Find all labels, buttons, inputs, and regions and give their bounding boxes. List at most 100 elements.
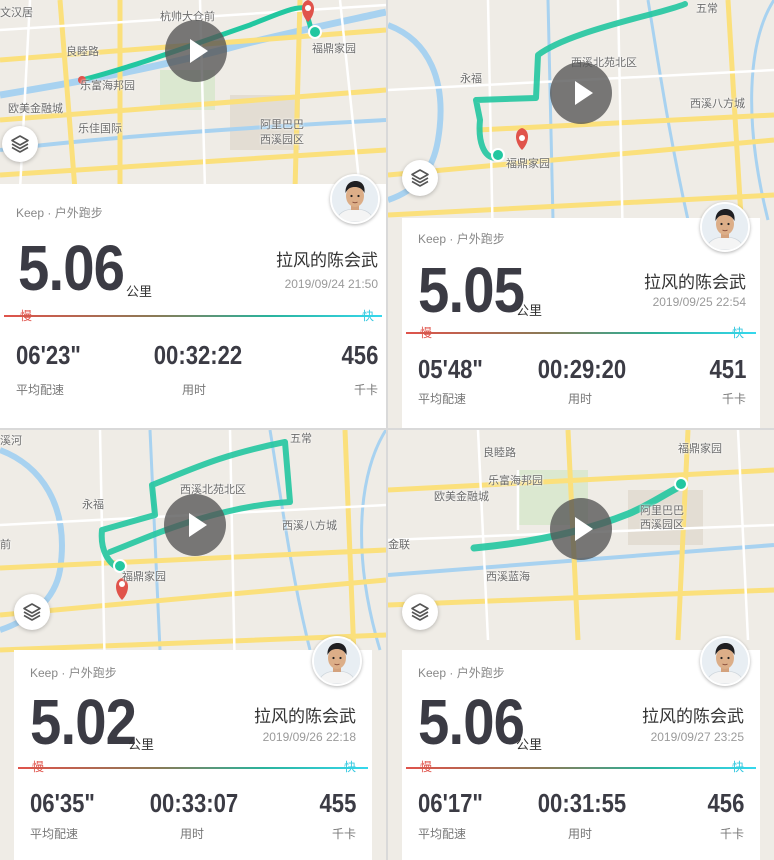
duration-label: 用时: [568, 827, 593, 841]
duration-label: 用时: [180, 827, 205, 841]
pace-gradient-bar: [4, 315, 382, 317]
map-label: 五常: [290, 433, 312, 445]
duration-value: 00:33:07: [149, 788, 239, 818]
calories-value: 451: [709, 354, 746, 384]
calories-value: 455: [319, 788, 356, 818]
map-label: 西溪八方城: [690, 98, 745, 110]
avg-pace-value: 06'35": [30, 788, 95, 818]
map-label: 良睦路: [66, 46, 99, 58]
map-label: 乐富海邦园: [80, 80, 135, 92]
map-label: 西溪园区: [640, 519, 684, 531]
pace-gradient-bar: [18, 767, 368, 769]
source-label: Keep · 户外跑步: [418, 232, 505, 246]
pace-gradient-bar: [406, 767, 756, 769]
user-photo: [702, 204, 748, 250]
run-card-3[interactable]: 溪河 五常 永福 西溪北苑北区 西溪八方城 前 福鼎家园 Keep · 户外跑步…: [0, 430, 386, 860]
summary-card: Keep · 户外跑步 5.02 公里 拉风的陈会武 2019/09/26 22…: [14, 636, 372, 860]
map-label: 福鼎家园: [678, 443, 722, 455]
layers-icon: [410, 168, 430, 188]
duration-value: 00:31:55: [537, 788, 627, 818]
map-label: 阿里巴巴: [260, 119, 304, 131]
map-label: 永福: [460, 73, 482, 85]
layers-icon: [410, 602, 430, 622]
user-photo: [314, 638, 360, 684]
map-label: 金联: [388, 539, 410, 551]
avg-pace-value: 06'17": [418, 788, 483, 818]
map-label: 福鼎家园: [122, 571, 166, 583]
username: 拉风的陈会武: [642, 707, 744, 726]
summary-card: Keep · 户外跑步 5.06 公里 拉风的陈会武 2019/09/27 23…: [402, 636, 760, 860]
map-label: 西溪八方城: [282, 520, 337, 532]
map-label: 欧美金融城: [434, 491, 489, 503]
calories-value: 456: [707, 788, 744, 818]
avatar[interactable]: [700, 202, 750, 252]
calories-label: 千卡: [719, 827, 744, 841]
map-label: 欧美金融城: [8, 103, 63, 115]
distance-value: 5.06: [418, 686, 525, 758]
calories-label: 千卡: [721, 392, 746, 406]
map-label: 福鼎家园: [506, 158, 550, 170]
run-card-2[interactable]: 五常 永福 西溪北苑北区 西溪八方城 福鼎家园 Keep · 户外跑步 5.05…: [388, 0, 774, 428]
avatar[interactable]: [330, 174, 380, 224]
play-button[interactable]: [164, 494, 226, 556]
avg-pace-value: 06'23": [16, 340, 81, 370]
calories-value: 456: [341, 340, 378, 370]
play-button[interactable]: [550, 498, 612, 560]
avatar[interactable]: [312, 636, 362, 686]
map-label: 溪河: [0, 435, 22, 447]
map-label: 永福: [82, 499, 104, 511]
avg-pace-label: 平均配速: [418, 827, 467, 841]
run-datetime: 2019/09/26 22:18: [262, 730, 356, 744]
distance-value: 5.02: [30, 686, 137, 758]
user-photo: [702, 638, 748, 684]
distance-unit: 公里: [516, 737, 543, 752]
map-label: 西溪蓝海: [486, 571, 530, 583]
map-label: 前: [0, 539, 11, 551]
username: 拉风的陈会武: [276, 251, 378, 270]
map-label: 文汉居: [0, 7, 33, 19]
username: 拉风的陈会武: [254, 707, 356, 726]
summary-card: Keep · 户外跑步 5.05 公里 拉风的陈会武 2019/09/25 22…: [402, 202, 760, 428]
map-layers-button[interactable]: [2, 126, 38, 162]
calories-label: 千卡: [353, 383, 378, 397]
calories-label: 千卡: [331, 827, 356, 841]
distance-unit: 公里: [128, 737, 155, 752]
avatar[interactable]: [700, 636, 750, 686]
distance-value: 5.05: [418, 254, 525, 326]
distance-unit: 公里: [516, 303, 543, 318]
layers-icon: [10, 134, 30, 154]
user-photo: [332, 176, 378, 222]
avg-pace-label: 平均配速: [16, 383, 65, 397]
run-datetime: 2019/09/25 22:54: [652, 295, 746, 309]
map-layers-button[interactable]: [402, 594, 438, 630]
map-layers-button[interactable]: [402, 160, 438, 196]
layers-icon: [22, 602, 42, 622]
avg-pace-label: 平均配速: [30, 827, 79, 841]
map-layers-button[interactable]: [14, 594, 50, 630]
play-button[interactable]: [550, 62, 612, 124]
run-datetime: 2019/09/27 23:25: [650, 730, 744, 744]
map-label: 福鼎家园: [312, 43, 356, 55]
duration-value: 00:29:20: [537, 354, 627, 384]
pace-gradient-bar: [406, 332, 756, 334]
map-label: 西溪园区: [260, 134, 304, 146]
distance-value: 5.06: [18, 232, 125, 304]
map-label: 乐富海邦园: [488, 475, 543, 487]
duration-value: 00:32:22: [153, 340, 243, 370]
username: 拉风的陈会武: [644, 273, 746, 292]
duration-label: 用时: [568, 392, 593, 406]
map-label: 五常: [696, 3, 718, 15]
distance-unit: 公里: [126, 284, 153, 299]
map-label: 良睦路: [483, 447, 516, 459]
duration-label: 用时: [182, 383, 207, 397]
run-datetime: 2019/09/24 21:50: [284, 277, 378, 291]
play-button[interactable]: [165, 20, 227, 82]
summary-card: Keep · 户外跑步 5.06 公里 拉风的陈会武 2019/09/24 21…: [0, 174, 386, 428]
source-label: Keep · 户外跑步: [418, 666, 505, 680]
run-card-4[interactable]: 良睦路 福鼎家园 乐富海邦园 欧美金融城 阿里巴巴 西溪园区 西溪蓝海 金联 K…: [388, 430, 774, 860]
avg-pace-value: 05'48": [418, 354, 483, 384]
source-label: Keep · 户外跑步: [16, 206, 103, 220]
map-label: 乐佳国际: [78, 123, 122, 135]
avg-pace-label: 平均配速: [418, 392, 467, 406]
run-card-1[interactable]: 文汉居 杭帅大仓前 良睦路 福鼎家园 乐富海邦园 欧美金融城 乐佳国际 阿里巴巴…: [0, 0, 386, 428]
